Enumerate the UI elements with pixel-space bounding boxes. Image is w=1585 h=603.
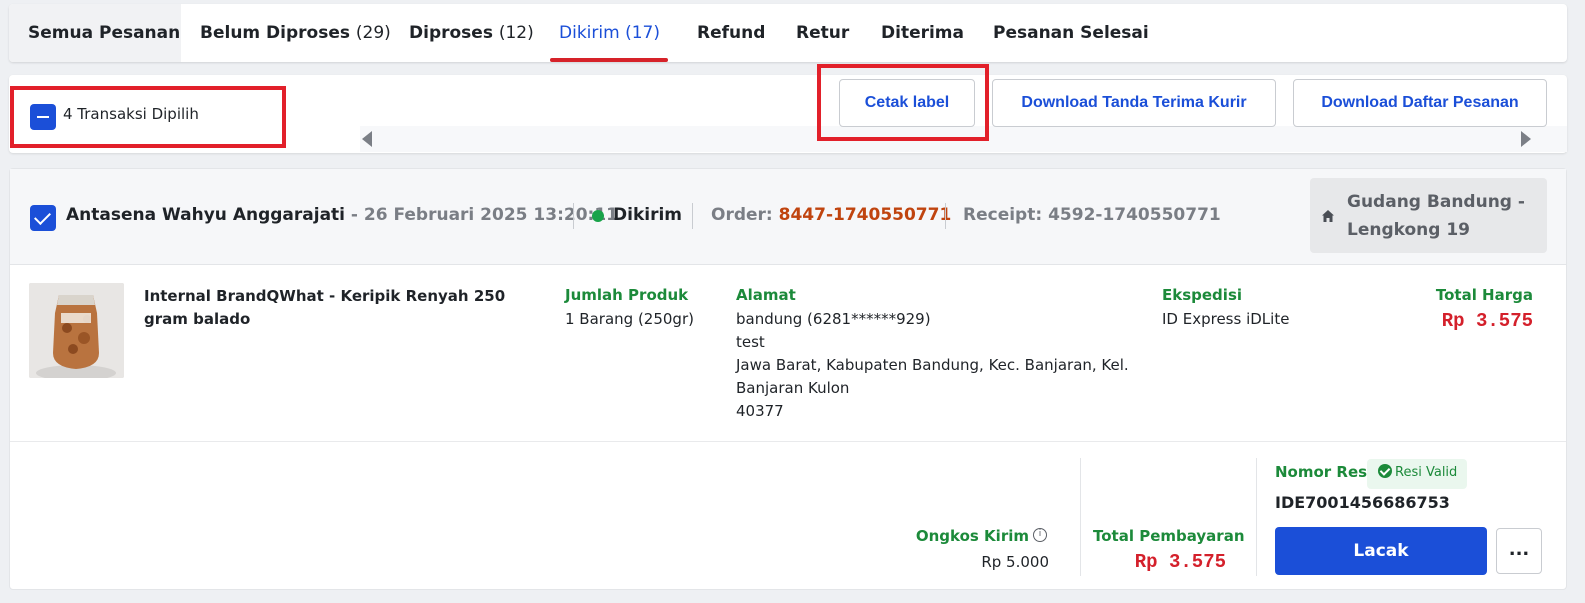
product-image-art [29, 283, 124, 378]
home-icon [1322, 210, 1334, 222]
shipping-fee-value: Rp 5.000 [981, 553, 1049, 571]
tab-count: (12) [498, 23, 534, 43]
tab-label: Belum Diproses [200, 23, 350, 43]
quantity-value: 1 Barang (250gr) [565, 310, 694, 328]
order-status-tabbar: Semua Pesanan Belum Diproses (29) Dipros… [9, 4, 1567, 62]
product-name[interactable]: Internal BrandQWhat - Keripik Renyah 250… [144, 285, 544, 331]
check-circle-icon [1378, 464, 1392, 478]
tab-count: (17) [625, 23, 660, 43]
buyer-info: Antasena Wahyu Anggarajati - 26 Februari… [66, 205, 618, 225]
download-order-list-button[interactable]: Download Daftar Pesanan [1293, 79, 1547, 127]
address-line: bandung (6281******929) [736, 310, 931, 328]
receipt-number: Receipt: 4592-1740550771 [963, 205, 1221, 225]
tab-label: Diterima [881, 23, 964, 43]
order-number: Order: 8447-1740550771 [711, 205, 951, 225]
address-label: Alamat [736, 286, 796, 304]
courier-value: ID Express iDLite [1162, 310, 1290, 328]
tab-belum-diproses[interactable]: Belum Diproses (29) [200, 4, 391, 62]
tab-retur[interactable]: Retur [796, 4, 849, 62]
order-checkbox[interactable] [30, 205, 56, 231]
active-tab-indicator [550, 58, 668, 62]
info-icon[interactable]: i [1033, 528, 1047, 542]
quantity-label: Jumlah Produk [565, 286, 689, 304]
buyer-name: Antasena Wahyu Anggarajati [66, 205, 345, 225]
total-payment-value: Rp 3.575 [1134, 551, 1226, 573]
tab-pesanan-selesai[interactable]: Pesanan Selesai [993, 4, 1149, 62]
total-payment-label: Total Pembayaran [1093, 527, 1245, 545]
more-options-button[interactable]: ... [1496, 528, 1542, 574]
address-line: Banjaran Kulon [736, 379, 850, 397]
ellipsis-icon: ... [1508, 539, 1530, 560]
divider [945, 203, 946, 229]
tracking-number-value: IDE7001456686753 [1275, 493, 1450, 512]
highlight-box-selection [10, 86, 286, 148]
order-status: Dikirim [613, 205, 682, 225]
highlight-box-print-label [817, 64, 989, 141]
track-button[interactable]: Lacak [1275, 527, 1487, 575]
divider [10, 441, 1566, 442]
tab-label: Refund [697, 23, 766, 43]
tab-label: Retur [796, 23, 850, 43]
order-date: - 26 Februari 2025 13:20:11 [350, 205, 618, 225]
address-postcode: 40377 [736, 402, 784, 420]
tab-label: Pesanan Selesai [993, 23, 1149, 43]
scroll-left-arrow-icon[interactable] [362, 131, 372, 147]
order-number-value[interactable]: 8447-1740550771 [779, 205, 952, 225]
product-image[interactable] [29, 283, 124, 378]
tab-label: Diproses [409, 23, 493, 43]
shipping-fee-label: Ongkos Kirim [915, 527, 1029, 545]
tab-diproses[interactable]: Diproses (12) [409, 4, 534, 62]
address-line: test [736, 333, 765, 351]
download-courier-receipt-button[interactable]: Download Tanda Terima Kurir [992, 79, 1276, 127]
total-price-label: Total Harga [1435, 286, 1533, 304]
order-number-label: Order: [711, 205, 773, 225]
tab-label: Dikirim [559, 23, 620, 43]
receipt-value: 4592-1740550771 [1048, 205, 1221, 225]
tab-diterima[interactable]: Diterima [881, 4, 964, 62]
total-price-value: Rp 3.575 [1441, 310, 1533, 332]
tab-semua-pesanan[interactable]: Semua Pesanan [9, 4, 181, 62]
tab-dikirim[interactable]: Dikirim (17) [559, 4, 660, 62]
warehouse-name: Gudang Bandung - Lengkong 19 [1347, 192, 1525, 240]
tab-count: (29) [355, 23, 391, 43]
address-line: Jawa Barat, Kabupaten Bandung, Kec. Banj… [736, 356, 1129, 374]
tab-refund[interactable]: Refund [697, 4, 765, 62]
divider [573, 203, 574, 229]
tracking-number-label: Nomor Resi [1275, 463, 1373, 481]
tab-label: Semua Pesanan [28, 23, 181, 43]
scroll-right-arrow-icon[interactable] [1521, 131, 1531, 147]
valid-receipt-text: Resi Valid [1395, 465, 1458, 480]
status-dot-icon [592, 210, 604, 222]
divider [692, 203, 693, 229]
divider [1080, 458, 1081, 576]
divider [1256, 458, 1257, 576]
courier-label: Ekspedisi [1162, 286, 1243, 304]
receipt-label: Receipt: [963, 205, 1043, 225]
